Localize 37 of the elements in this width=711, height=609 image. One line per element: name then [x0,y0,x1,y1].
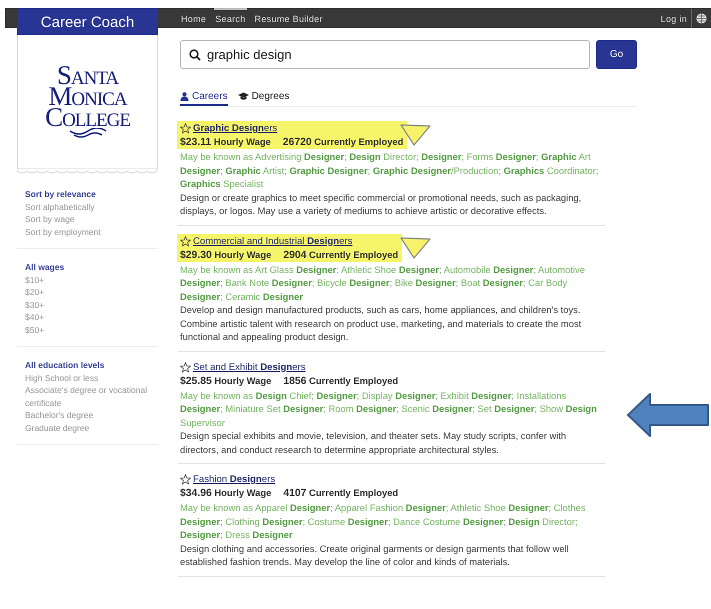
alternate-titles-text: May be known as Apparel Designer; Apparel Fashion Designer; Athletic Shoe Designer; Clothes Designer; Clothing Designer; Costume Designer; Dance Costume Designer; Design Director; Designer; Dress Designer [180,501,586,542]
career-title-link[interactable]: Graphic Designers [193,123,278,134]
go-button[interactable]: Go [596,40,637,69]
star-icon[interactable] [180,474,191,485]
star-icon[interactable] [180,362,191,372]
search-field[interactable]: graphic design [180,40,590,69]
sidebar-filter-link[interactable]: Sort by relevance [25,188,150,200]
sidebar-filter-link[interactable]: All wages [25,261,150,274]
wage-employment-text: $25.85 Hourly Wage 1856 Currently Employed [180,374,398,386]
career-title-link[interactable]: Set and Exhibit Designers [193,362,306,372]
wage-employment-text: $34.96 Hourly Wage 4107 Currently Employed [180,487,398,499]
nav-link[interactable]: Home [180,8,208,28]
sidebar-filter-link[interactable]: All education levels [25,359,150,372]
alternate-titles-text: May be known as Design Chief; Designer; Display Designer; Exhibit Designer; Installations Designer; Miniature Set Designer; Room Designer; Scenic Designer; Set Designer; Show Design Supervisor [180,388,598,429]
career-description: Design special exhibits and movie, television, and theater sets. May study scripts, confer with directors, and conduct research to determine appropriate architectural styles. [180,429,568,456]
globe-icon[interactable] [696,12,707,24]
person-icon [180,92,189,101]
college-logo-text: Santa Monica College [45,65,130,128]
career-title-link[interactable]: Fashion Designers [193,474,276,485]
wage-employment-text: $29.30 Hourly Wage 2904 Currently Employed [180,248,398,260]
career-description: Develop and design manufactured products, such as cars, home appliances, and children's toys. Combine artistic talent with research on product use, marketing, and materials to create the most functional and appealing product design. [180,303,582,344]
career-description: Design clothing and accessories. Create original garments or design garments that follow well established fashion trends. May develop the line of color and kinds of materials. [180,542,570,568]
star-icon[interactable] [180,123,191,134]
result-tab[interactable]: Careers [180,91,228,106]
career-title-link[interactable]: Commercial and Industrial Designers [193,236,352,246]
alternate-titles-text: May be known as Art Glass Designer; Athletic Shoe Designer; Automobile Designer; Automotive Designer; Bank Note Designer; Bicycle Designer; Bike Designer; Boat Designer; Car Body Designer; Ceramic Designer [180,262,586,303]
login-link[interactable]: Log in [660,8,692,28]
brand-title[interactable]: Career Coach [17,8,158,35]
career-description: Design or create graphics to meet specific commercial or promotional needs, such as packaging, displays, or logos. May use a variety of mediums to achieve artistic or decorative effects. [180,190,582,218]
wage-employment-text: $23.11 Hourly Wage 26720 Currently Employed [180,136,404,148]
alternate-titles-text: May be known as Advertising Designer; Design Director; Designer; Forms Designer; Graphic Art Designer; Graphic Artist; Graphic Designer; Graphic Designer/Production; Graphics Coordinator; Graphics Specialist [180,150,600,190]
graduation-cap-icon [238,92,249,101]
nav-link[interactable]: Resume Builder [254,8,324,28]
result-tab[interactable]: Degrees [238,91,290,106]
wave-logo-icon [68,128,108,138]
star-icon[interactable] [180,236,191,246]
nav-link[interactable]: Search [214,8,247,28]
